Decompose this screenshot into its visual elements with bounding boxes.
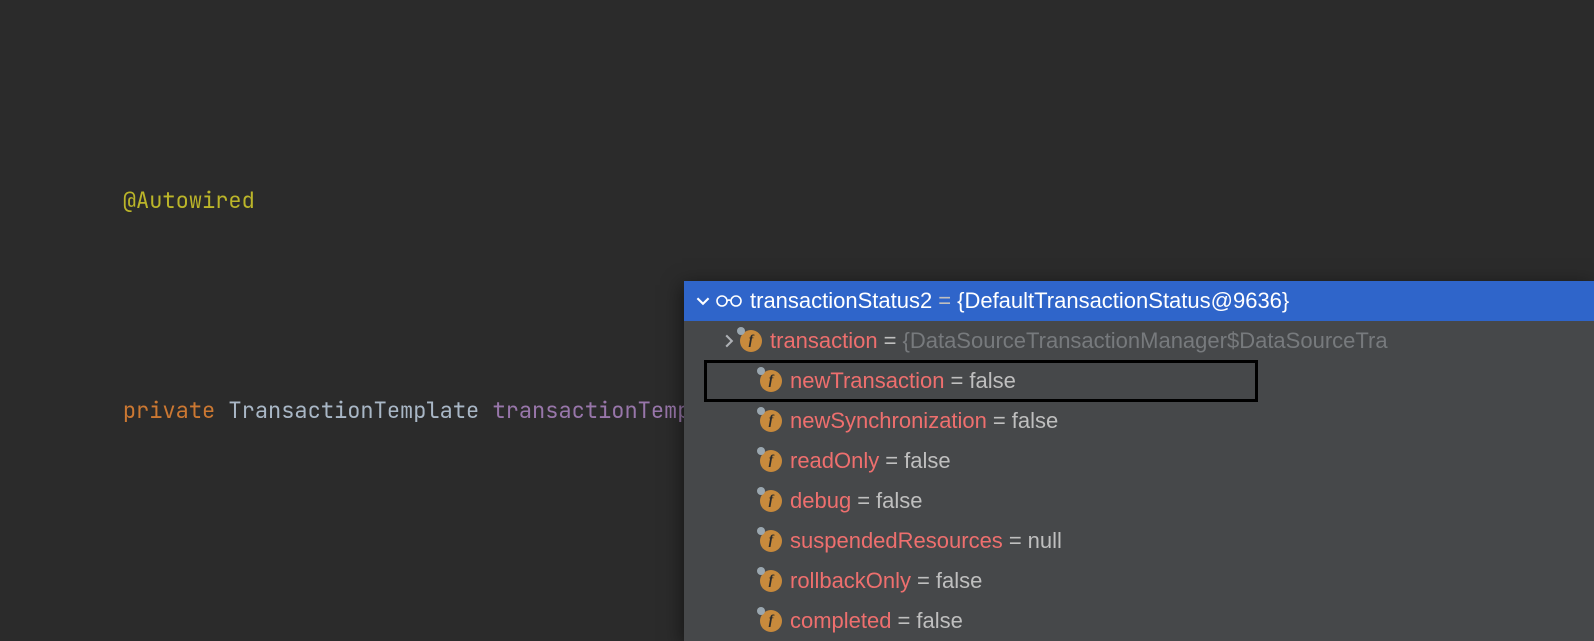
keyword-private: private xyxy=(123,396,215,425)
debug-field-row[interactable]: fcompleted=false xyxy=(684,601,1594,641)
chevron-down-icon[interactable] xyxy=(692,290,714,312)
chevron-right-icon[interactable] xyxy=(718,330,740,352)
debug-field-row[interactable]: fsuspendedResources=null xyxy=(684,521,1594,561)
debug-field-value: false xyxy=(904,441,950,481)
field-icon: f xyxy=(760,410,782,432)
debug-field-value: false xyxy=(1012,401,1058,441)
debug-field-row[interactable]: frollbackOnly=false xyxy=(684,561,1594,601)
debug-field-name: transaction xyxy=(770,321,878,361)
debug-field-value: false xyxy=(936,561,982,601)
field-icon: f xyxy=(740,330,762,352)
type-transaction-template: TransactionTemplate xyxy=(228,396,479,425)
debug-field-name: newSynchronization xyxy=(790,401,987,441)
debug-field-row[interactable]: freadOnly=false xyxy=(684,441,1594,481)
debug-header-name: transactionStatus2 xyxy=(750,281,932,321)
debug-variable-popup[interactable]: transactionStatus2 = {DefaultTransaction… xyxy=(684,281,1594,641)
debug-header-value: {DefaultTransactionStatus@9636} xyxy=(957,281,1289,321)
debug-field-row[interactable]: fnewSynchronization=false xyxy=(684,401,1594,441)
debug-field-value: {DataSourceTransactionManager$DataSource… xyxy=(902,321,1387,361)
debug-field-name: debug xyxy=(790,481,851,521)
debug-field-name: rollbackOnly xyxy=(790,561,911,601)
debug-field-row[interactable]: ftransaction={DataSourceTransactionManag… xyxy=(684,321,1594,361)
debug-field-row[interactable]: fdebug=false xyxy=(684,481,1594,521)
field-icon: f xyxy=(760,530,782,552)
field-icon: f xyxy=(760,370,782,392)
field-icon: f xyxy=(760,570,782,592)
debug-field-value: false xyxy=(969,361,1015,401)
field-icon: f xyxy=(760,490,782,512)
debug-popup-header[interactable]: transactionStatus2 = {DefaultTransaction… xyxy=(684,281,1594,321)
debug-field-name: readOnly xyxy=(790,441,879,481)
debug-field-value: false xyxy=(876,481,922,521)
debug-field-name: completed xyxy=(790,601,892,641)
field-icon: f xyxy=(760,610,782,632)
debug-field-name: suspendedResources xyxy=(790,521,1003,561)
field-icon: f xyxy=(760,450,782,472)
debug-field-name: newTransaction xyxy=(790,361,944,401)
debug-field-value: false xyxy=(916,601,962,641)
watch-icon xyxy=(714,290,744,312)
debug-field-value: null xyxy=(1028,521,1062,561)
annotation: @Autowired xyxy=(123,186,255,215)
debug-field-row[interactable]: fnewTransaction=false xyxy=(684,361,1594,401)
